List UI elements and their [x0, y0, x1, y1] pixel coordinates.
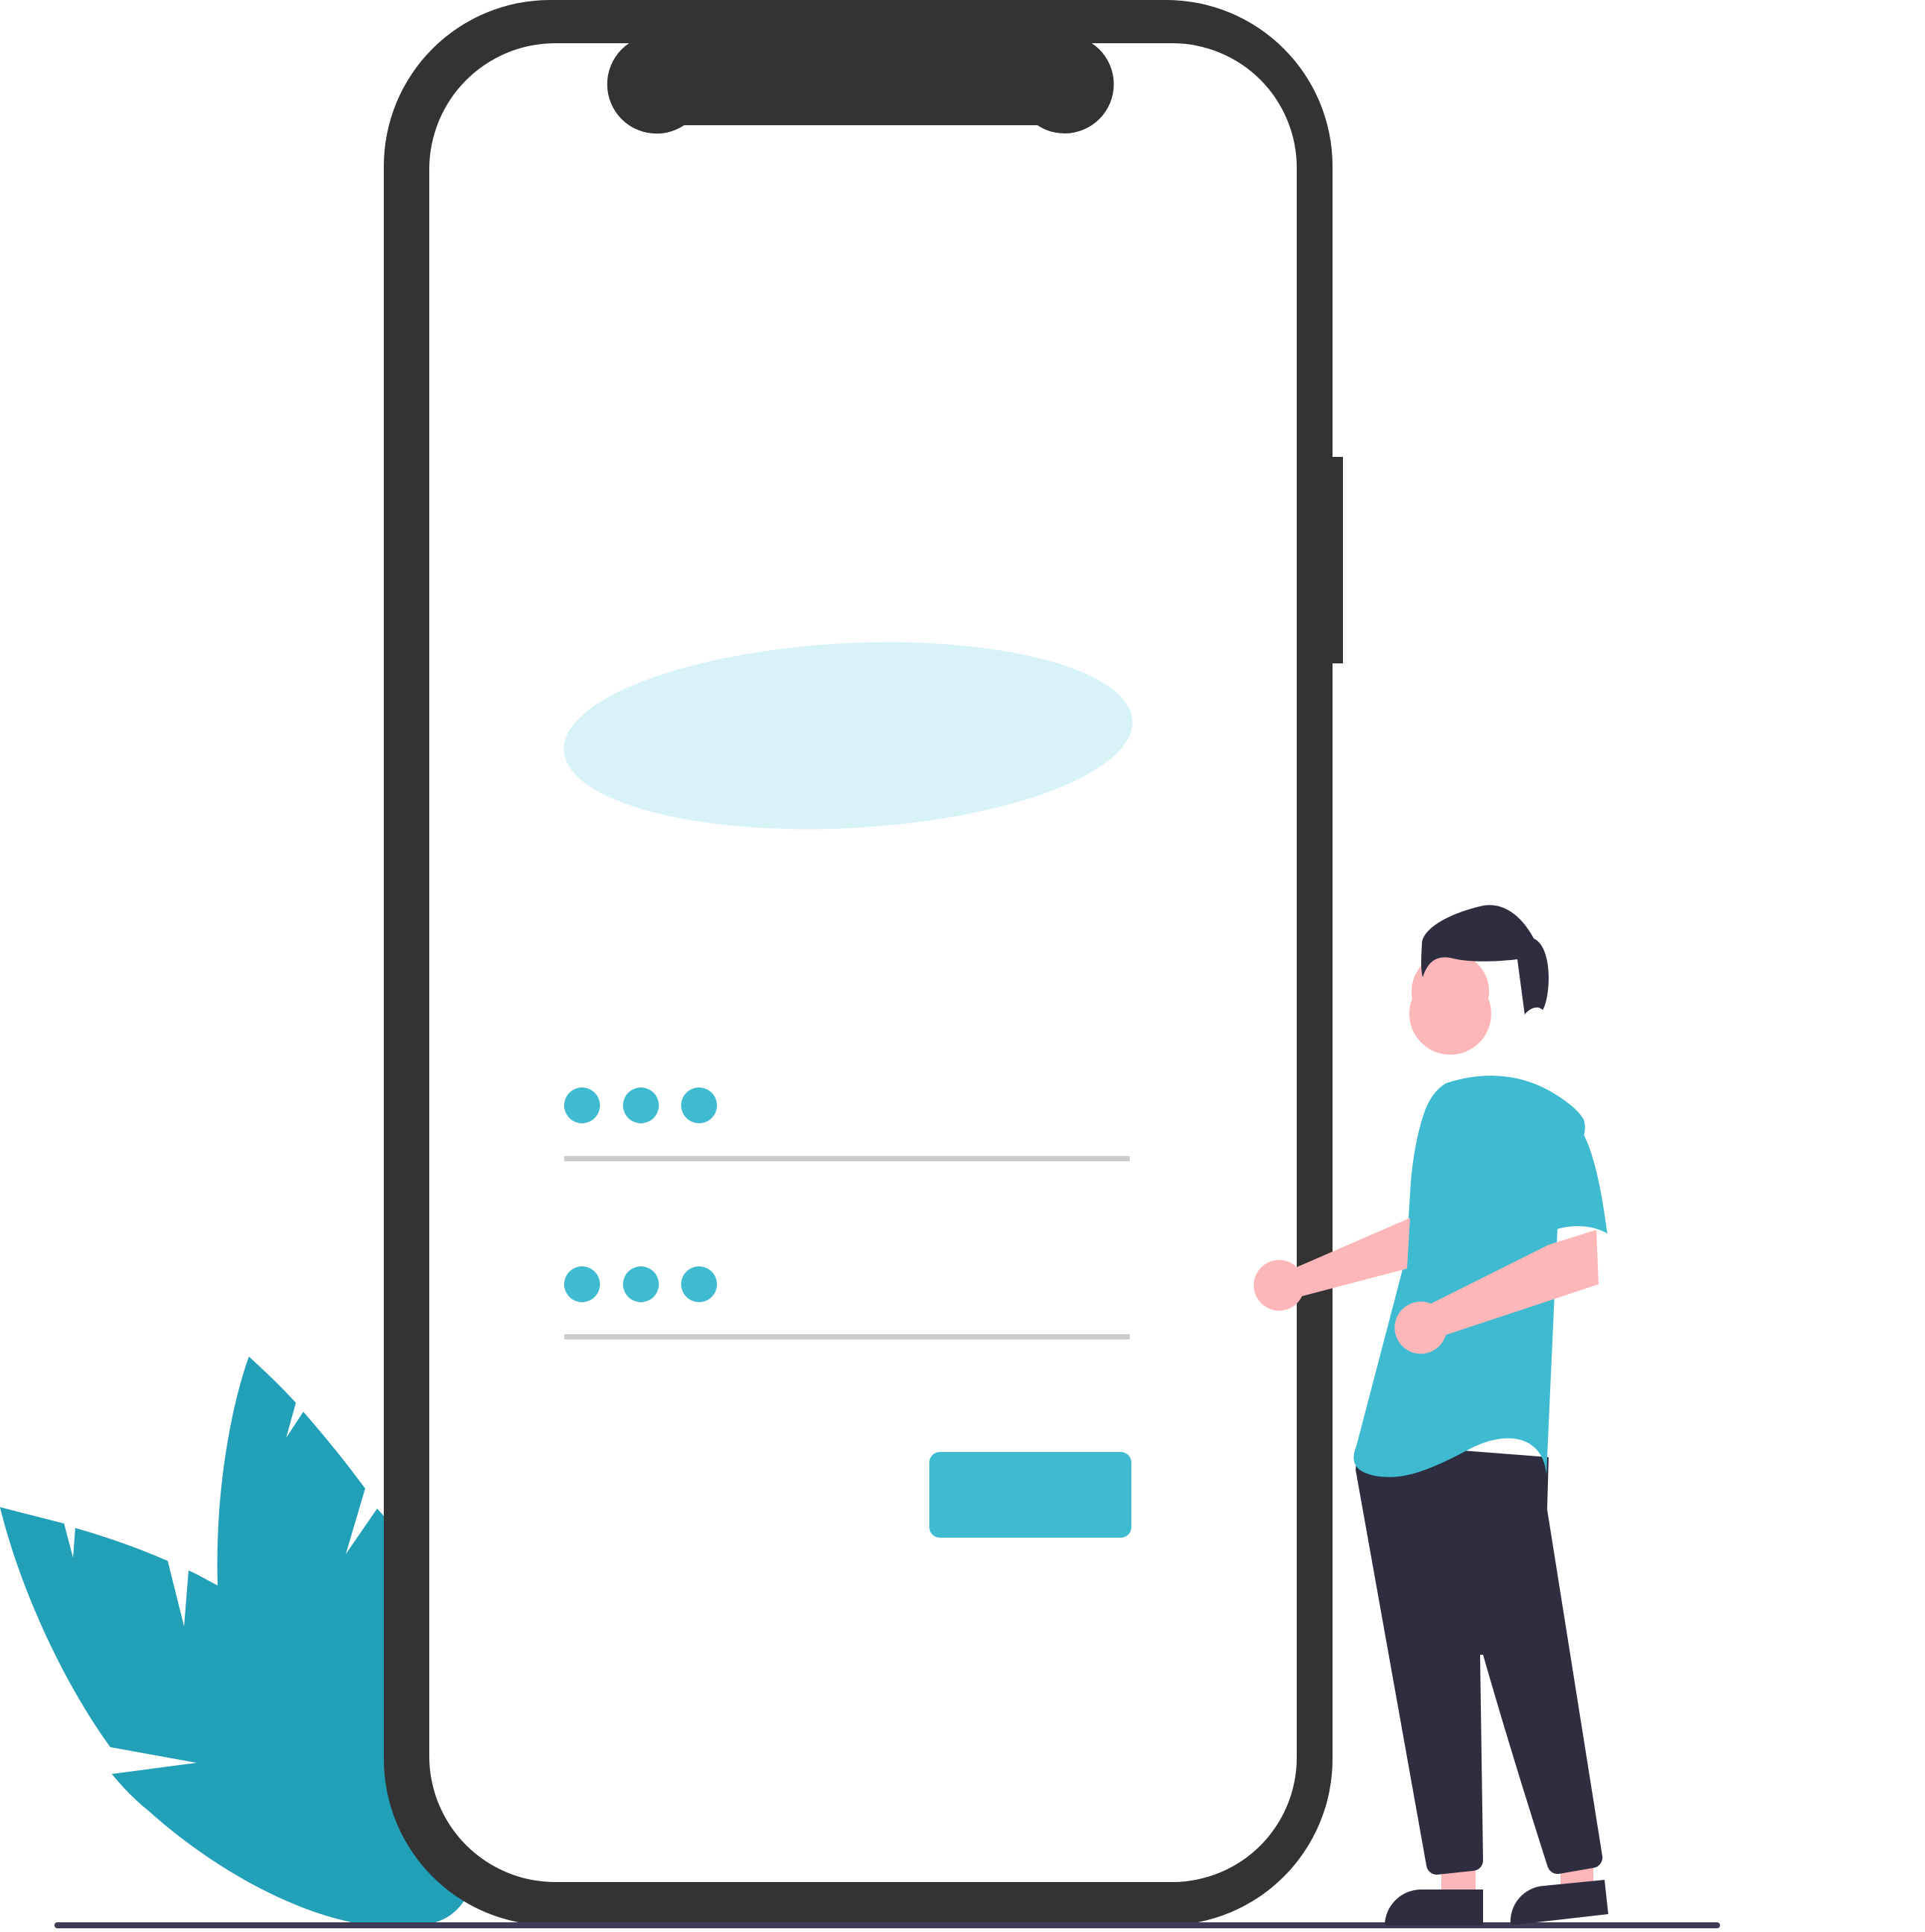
pants	[1356, 1442, 1603, 1875]
field-underline	[564, 1334, 1130, 1339]
masked-char	[681, 1266, 717, 1302]
masked-char	[681, 1087, 717, 1123]
right-shoe	[1510, 1880, 1608, 1925]
masked-char	[564, 1266, 600, 1302]
left-shoe	[1385, 1890, 1483, 1925]
masked-char	[623, 1087, 659, 1123]
illustration-canvas	[0, 0, 1925, 1932]
phone-icon	[384, 0, 1343, 1925]
field-underline	[564, 1156, 1130, 1161]
masked-char	[623, 1266, 659, 1302]
submit-button[interactable]	[929, 1452, 1131, 1538]
phone-screen	[429, 43, 1297, 1882]
masked-char	[564, 1087, 600, 1123]
